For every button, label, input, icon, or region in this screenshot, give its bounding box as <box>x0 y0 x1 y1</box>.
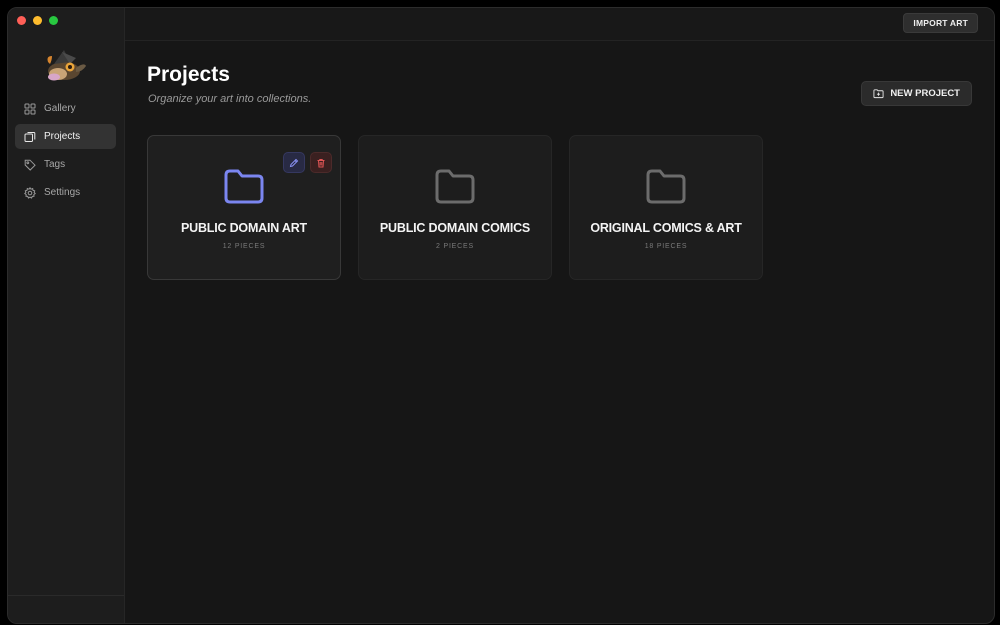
sidebar-item-label: Projects <box>44 131 81 142</box>
trash-icon <box>317 158 325 167</box>
page-title: Projects <box>147 63 230 86</box>
card-actions <box>283 152 332 173</box>
sidebar: Gallery Projects Tags Settings <box>8 8 125 623</box>
sidebar-nav: Gallery Projects Tags Settings <box>15 96 116 208</box>
delete-project-button[interactable] <box>310 152 332 173</box>
project-card[interactable]: PUBLIC DOMAIN COMICS 2 PIECES <box>358 135 552 280</box>
top-bar: IMPORT ART <box>125 8 994 41</box>
sidebar-item-projects[interactable]: Projects <box>15 124 116 149</box>
window-controls <box>17 16 58 25</box>
project-grid: PUBLIC DOMAIN ART 12 PIECES PUBLIC DOMAI… <box>147 135 763 280</box>
minimize-window-button[interactable] <box>33 16 42 25</box>
folder-icon <box>646 169 686 204</box>
app-window: Gallery Projects Tags Settings IMPORT AR… <box>7 7 995 624</box>
sidebar-item-settings[interactable]: Settings <box>15 180 116 205</box>
project-count: 18 PIECES <box>644 243 688 250</box>
folder-icon <box>224 169 264 204</box>
layers-icon <box>24 131 36 143</box>
new-project-label: NEW PROJECT <box>890 88 960 99</box>
folder-icon <box>435 169 475 204</box>
project-count: 12 PIECES <box>222 243 266 250</box>
project-name: PUBLIC DOMAIN COMICS <box>379 221 531 235</box>
edit-project-button[interactable] <box>283 152 305 173</box>
main-content: IMPORT ART Projects Organize your art in… <box>125 8 994 623</box>
sidebar-footer-divider <box>8 595 124 596</box>
sidebar-item-label: Tags <box>44 159 66 170</box>
pencil-icon <box>289 158 299 167</box>
page-subtitle: Organize your art into collections. <box>148 93 312 105</box>
zoom-window-button[interactable] <box>49 16 58 25</box>
project-name: ORIGINAL COMICS & ART <box>590 221 742 235</box>
import-art-button[interactable]: IMPORT ART <box>903 13 978 33</box>
close-window-button[interactable] <box>17 16 26 25</box>
sidebar-item-tags[interactable]: Tags <box>15 152 116 177</box>
sidebar-item-gallery[interactable]: Gallery <box>15 96 116 121</box>
sidebar-item-label: Gallery <box>44 103 76 114</box>
app-logo-icon <box>47 50 86 81</box>
gear-icon <box>24 186 36 199</box>
new-project-button[interactable]: NEW PROJECT <box>861 81 972 106</box>
project-card[interactable]: PUBLIC DOMAIN ART 12 PIECES <box>147 135 341 280</box>
tag-icon <box>24 159 36 171</box>
project-card[interactable]: ORIGINAL COMICS & ART 18 PIECES <box>569 135 763 280</box>
project-name: PUBLIC DOMAIN ART <box>181 221 307 235</box>
sidebar-item-label: Settings <box>44 187 81 198</box>
project-count: 2 PIECES <box>436 243 474 250</box>
grid-icon <box>24 103 36 115</box>
folder-plus-icon <box>873 89 884 99</box>
